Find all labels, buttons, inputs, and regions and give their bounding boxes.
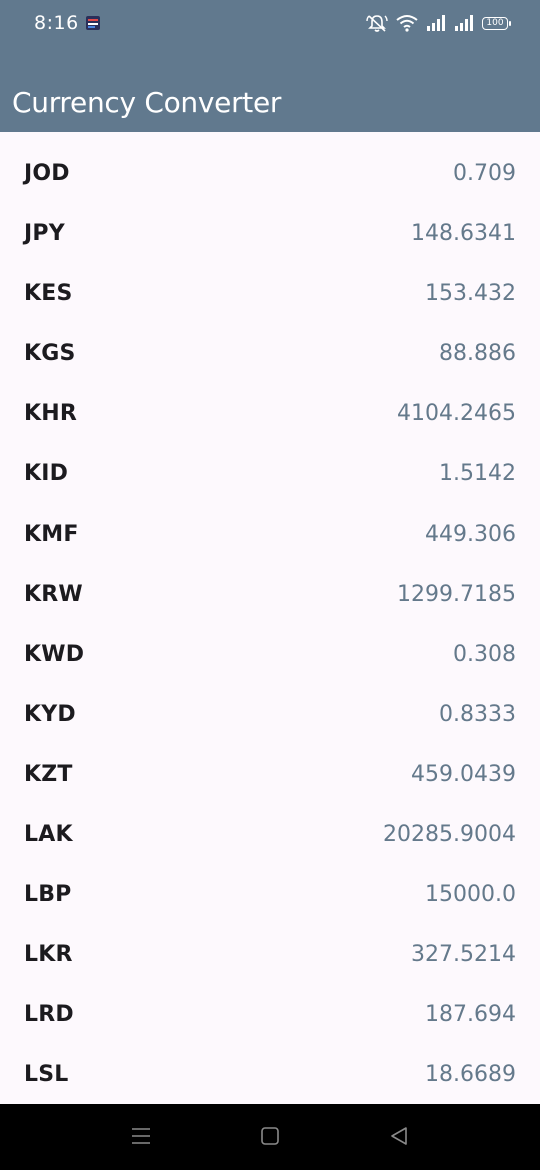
currency-rate: 1.5142: [439, 461, 516, 487]
battery-level: 100: [486, 18, 504, 28]
list-item[interactable]: LRD 187.694: [0, 973, 540, 1033]
list-item[interactable]: KES 153.432: [0, 252, 540, 312]
list-item[interactable]: KID 1.5142: [0, 432, 540, 492]
currency-code: KZT: [24, 761, 73, 787]
signal-icon: [427, 15, 445, 31]
list-item[interactable]: KWD 0.308: [0, 613, 540, 673]
list-item[interactable]: LKR 327.5214: [0, 913, 540, 973]
list-item[interactable]: JOD 0.709: [0, 132, 540, 192]
currency-code: LRD: [24, 1002, 74, 1028]
currency-code: LAK: [24, 822, 73, 848]
list-item[interactable]: JPY 148.6341: [0, 192, 540, 252]
currency-rate: 0.709: [453, 161, 516, 186]
battery-icon: 100: [482, 16, 511, 30]
currency-code: KHR: [24, 401, 78, 427]
currency-rate: 15000.0: [425, 882, 516, 908]
currency-code: KES: [24, 281, 73, 307]
currency-rate: 459.0439: [411, 761, 516, 787]
notification-app-icon: [86, 16, 100, 30]
currency-code: LKR: [24, 942, 73, 968]
currency-rate: 20285.9004: [383, 822, 516, 848]
currency-code: KYD: [24, 701, 76, 727]
list-item[interactable]: KYD 0.8333: [0, 673, 540, 733]
status-time: 8:16: [34, 12, 79, 34]
list-item[interactable]: KRW 1299.7185: [0, 553, 540, 613]
list-item[interactable]: LAK 20285.9004: [0, 793, 540, 853]
currency-code: JOD: [24, 161, 70, 186]
page-title: Currency Converter: [12, 86, 282, 119]
currency-rate: 153.432: [425, 281, 516, 307]
status-icons: 100: [366, 12, 511, 34]
list-item[interactable]: LSL 18.6689: [0, 1033, 540, 1093]
list-item[interactable]: KGS 88.886: [0, 312, 540, 372]
currency-code: LSL: [24, 1062, 69, 1088]
back-icon[interactable]: [387, 1124, 411, 1148]
list-item[interactable]: LBP 15000.0: [0, 853, 540, 913]
wifi-icon: [396, 15, 418, 32]
navigation-bar: [0, 1104, 540, 1170]
currency-code: KID: [24, 461, 69, 487]
currency-rate: 1299.7185: [397, 581, 516, 607]
currency-code: KGS: [24, 341, 76, 367]
status-bar: 8:16 100: [0, 0, 540, 48]
home-icon[interactable]: [258, 1124, 282, 1148]
currency-rate: 88.886: [439, 341, 516, 367]
currency-rate: 187.694: [425, 1002, 516, 1028]
list-item[interactable]: KHR 4104.2465: [0, 372, 540, 432]
currency-code: KMF: [24, 521, 79, 547]
currency-rate: 4104.2465: [397, 401, 516, 427]
currency-rate: 0.308: [453, 641, 516, 667]
currency-list[interactable]: JOD 0.709 JPY 148.6341 KES 153.432 KGS 88.886 KH…: [0, 132, 540, 1104]
currency-rate: 148.6341: [411, 221, 516, 247]
currency-rate: 449.306: [425, 521, 516, 547]
mute-icon: [366, 15, 388, 32]
currency-rate: 327.5214: [411, 942, 516, 968]
currency-rate: 18.6689: [425, 1062, 516, 1088]
currency-rate: 0.8333: [439, 701, 516, 727]
signal-icon: [455, 15, 473, 31]
list-item[interactable]: KZT 459.0439: [0, 733, 540, 793]
list-item[interactable]: KMF 449.306: [0, 493, 540, 553]
menu-icon[interactable]: [129, 1124, 153, 1148]
currency-code: KRW: [24, 581, 83, 607]
currency-code: LBP: [24, 882, 72, 908]
currency-code: JPY: [24, 221, 65, 247]
app-bar: Currency Converter: [0, 48, 540, 132]
currency-code: KWD: [24, 641, 85, 667]
